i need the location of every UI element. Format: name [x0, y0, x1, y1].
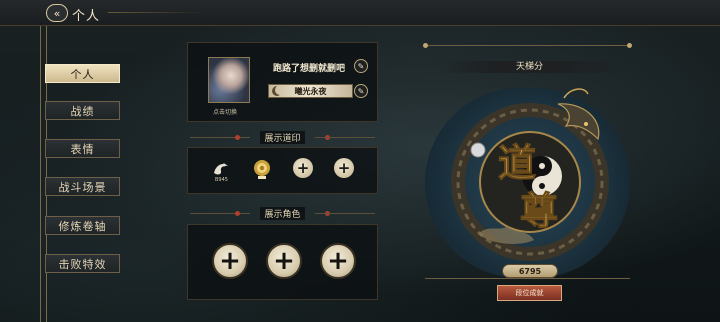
sidebar-item-training-scroll[interactable]: 修炼卷轴	[45, 216, 120, 235]
edit-name-button[interactable]: ✎	[354, 59, 368, 73]
top-bar: « 个人	[0, 0, 720, 26]
seal-slot-3[interactable]: +	[293, 158, 315, 180]
ladder-header: 天梯分	[437, 61, 622, 73]
page-title: 个人	[72, 9, 101, 24]
title-badge-text: 曦光永夜	[294, 86, 327, 96]
edit-title-button[interactable]: ✎	[354, 84, 368, 98]
add-role-button-2[interactable]: +	[266, 243, 302, 279]
ladder-bottom-divider	[425, 278, 630, 279]
seals-panel: + +	[187, 147, 378, 194]
divider	[315, 137, 375, 138]
sidebar-item-record[interactable]: 战绩	[45, 101, 120, 120]
sidebar-item-defeat-effect[interactable]: 击败特效	[45, 254, 120, 273]
avatar[interactable]	[208, 57, 250, 103]
moon-icon	[272, 86, 282, 96]
rank-glyph-top: 道	[498, 140, 536, 185]
divider	[315, 213, 375, 214]
divider	[190, 213, 250, 214]
double-chevron-left-icon: «	[53, 6, 61, 20]
profile-panel: 点击切换 跑路了想删就删吧 ✎ 曦光永夜 ✎	[187, 42, 378, 122]
dragon-eye	[584, 122, 588, 126]
title-badge: 曦光永夜	[268, 84, 353, 98]
seal-slot-4[interactable]: +	[334, 158, 356, 180]
golden-seal-icon	[254, 160, 270, 179]
seals-section-title: 展示道印	[260, 131, 305, 144]
ladder-score: 6795	[502, 264, 558, 278]
ladder-title: 天梯分	[515, 62, 543, 72]
add-seal-button[interactable]: +	[293, 158, 313, 178]
roles-panel: + + +	[187, 224, 378, 300]
dragon-whisker	[563, 88, 589, 99]
sidebar-item-profile[interactable]: 个人	[45, 64, 120, 83]
sidebar-item-emote[interactable]: 表情	[45, 139, 120, 158]
pencil-icon: ✎	[357, 86, 365, 96]
ornament-dot	[235, 135, 240, 140]
back-button[interactable]: «	[46, 4, 68, 22]
add-seal-button[interactable]: +	[334, 158, 354, 178]
rank-glyph-bottom: 尊	[520, 188, 558, 233]
roles-section-header: 展示角色	[190, 207, 375, 220]
rail-line	[40, 26, 41, 322]
sidebar-item-battle-scene[interactable]: 战斗场景	[45, 177, 120, 196]
add-role-button-3[interactable]: +	[320, 243, 356, 279]
divider	[190, 137, 250, 138]
seals-section-header: 展示道印	[190, 131, 375, 144]
pearl-icon	[470, 142, 486, 158]
roles-section-title: 展示角色	[260, 207, 305, 220]
title-divider	[108, 12, 203, 13]
seal-slot-2[interactable]	[251, 158, 273, 180]
username: 跑路了想删就删吧	[273, 64, 346, 74]
seal-label: B945	[215, 177, 228, 183]
add-role-button-1[interactable]: +	[212, 243, 248, 279]
ladder-top-divider	[423, 43, 632, 48]
avatar-caption: 点击切换	[213, 109, 238, 116]
rank-emblem[interactable]: 道 尊	[438, 84, 618, 274]
ornament-dot	[235, 211, 240, 216]
pencil-icon: ✎	[357, 61, 365, 71]
rank-achievement-button[interactable]: 段位成就	[497, 285, 562, 301]
